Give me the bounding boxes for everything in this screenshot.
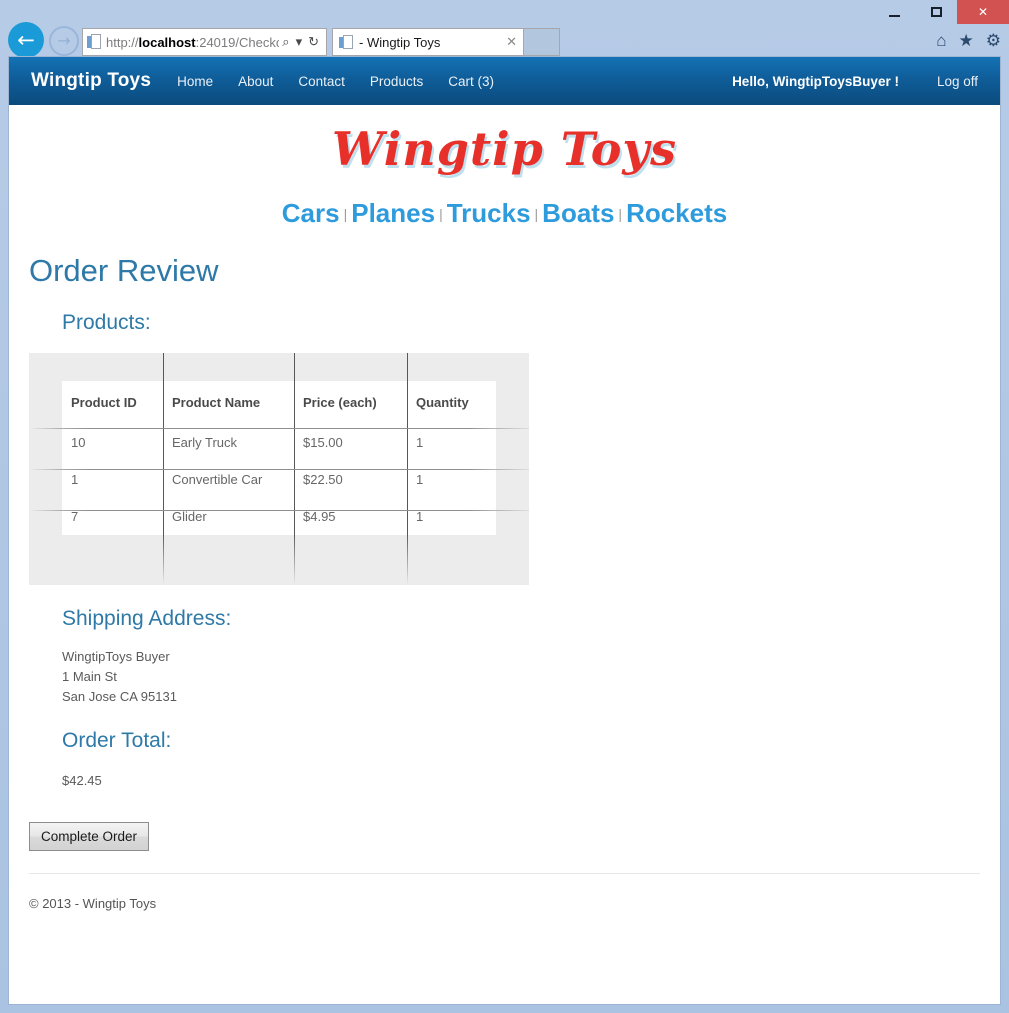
shipping-line-street: 1 Main St	[62, 669, 117, 685]
minimize-icon	[888, 14, 900, 17]
nav-link-about[interactable]: About	[238, 74, 273, 89]
arrow-left-icon: ←	[17, 27, 35, 52]
url-protocol: http://	[106, 34, 139, 50]
category-separator: |	[439, 206, 443, 222]
shipping-line-city: San Jose CA 95131	[62, 689, 177, 705]
page-favicon-icon	[87, 34, 101, 50]
tab-wingtip-toys[interactable]: - Wingtip Toys ✕	[332, 28, 524, 56]
chevron-down-icon[interactable]: ▾	[293, 34, 306, 50]
main-content: Order Review Products: Product ID Produc…	[9, 252, 1000, 911]
cell-product-name: Early Truck	[163, 424, 294, 462]
close-button[interactable]: ✕	[957, 0, 1009, 24]
window-controls: ✕	[873, 0, 1009, 24]
page-viewport: Wingtip Toys Home About Contact Products…	[8, 56, 1001, 1005]
address-input[interactable]: http://localhost:24019/Checkou	[106, 35, 279, 50]
table-row: 1 Convertible Car $22.50 1	[62, 461, 496, 499]
shipping-address-heading: Shipping Address:	[62, 607, 232, 631]
category-link-rockets[interactable]: Rockets	[626, 198, 727, 228]
maximize-icon	[930, 7, 942, 17]
home-icon[interactable]: ⌂	[936, 32, 946, 49]
minimize-button[interactable]	[873, 0, 915, 24]
browser-window: ✕ ← → http://localhost:24019/Checkou ⌕ ▾…	[0, 0, 1009, 1013]
search-icon[interactable]: ⌕	[279, 34, 292, 50]
category-link-trucks[interactable]: Trucks	[447, 198, 531, 228]
browser-toolbar: ← → http://localhost:24019/Checkou ⌕ ▾ ↻…	[0, 22, 1009, 58]
copyright-text: © 2013 - Wingtip Toys	[29, 896, 157, 912]
category-separator: |	[343, 206, 348, 222]
nav-link-home[interactable]: Home	[177, 74, 213, 89]
log-off-link[interactable]: Log off	[937, 74, 978, 89]
cell-quantity: 1	[407, 498, 496, 536]
category-separator: |	[618, 206, 623, 222]
tab-strip: - Wingtip Toys ✕	[332, 28, 560, 56]
category-link-boats[interactable]: Boats	[542, 198, 614, 228]
page-footer: © 2013 - Wingtip Toys	[29, 873, 980, 911]
cell-quantity: 1	[407, 424, 496, 462]
site-brand-link[interactable]: Wingtip Toys	[31, 70, 151, 92]
table-header-row: Product ID Product Name Price (each) Qua…	[62, 381, 496, 425]
close-icon: ✕	[977, 5, 989, 19]
back-button[interactable]: ←	[8, 22, 44, 58]
products-table: Product ID Product Name Price (each) Qua…	[62, 381, 496, 536]
complete-order-button[interactable]: Complete Order	[29, 822, 150, 852]
category-separator: |	[534, 206, 539, 222]
title-bar: ✕	[0, 0, 1009, 24]
table-row-divider	[29, 428, 529, 430]
shipping-line-name: WingtipToys Buyer	[62, 649, 170, 665]
nav-user-area: Hello, WingtipToysBuyer ! Log off	[732, 74, 978, 89]
cell-product-id: 10	[62, 424, 163, 462]
shipping-address-block: WingtipToys Buyer 1 Main St San Jose CA …	[62, 647, 980, 707]
site-logo-area: Wingtip Toys	[9, 105, 1000, 176]
forward-button[interactable]: →	[49, 26, 79, 56]
products-heading: Products:	[62, 311, 151, 335]
cell-quantity: 1	[407, 461, 496, 499]
address-bar[interactable]: http://localhost:24019/Checkou ⌕ ▾ ↻	[82, 28, 327, 56]
tab-close-icon[interactable]: ✕	[500, 34, 517, 50]
column-header-product-name: Product Name	[163, 381, 294, 425]
order-total-heading: Order Total:	[62, 729, 172, 753]
cell-product-name: Convertible Car	[163, 461, 294, 499]
cell-product-id: 7	[62, 498, 163, 536]
site-logo: Wingtip Toys	[331, 122, 678, 176]
refresh-icon[interactable]: ↻	[305, 34, 322, 50]
cell-price: $22.50	[294, 461, 407, 499]
category-link-planes[interactable]: Planes	[351, 198, 435, 228]
nav-link-products[interactable]: Products	[370, 74, 423, 89]
url-host: localhost	[138, 34, 196, 50]
toolbar-icons: ⌂ ★ ⚙	[936, 32, 1001, 49]
table-row-divider	[29, 469, 529, 471]
url-path: :24019/Checkou	[195, 34, 280, 50]
gear-icon[interactable]: ⚙	[986, 32, 1001, 49]
arrow-right-icon: →	[57, 31, 71, 50]
column-header-product-id: Product ID	[62, 381, 163, 425]
products-table-container: Product ID Product Name Price (each) Qua…	[29, 353, 529, 586]
category-link-cars[interactable]: Cars	[282, 198, 340, 228]
table-row-divider	[29, 510, 529, 512]
table-row: 7 Glider $4.95 1	[62, 498, 496, 536]
tab-title: - Wingtip Toys	[359, 34, 441, 50]
cell-product-id: 1	[62, 461, 163, 499]
cell-price: $15.00	[294, 424, 407, 462]
new-tab-button[interactable]	[524, 28, 560, 56]
category-links: Cars | Planes | Trucks | Boats | Rockets	[9, 198, 1000, 229]
user-greeting-link[interactable]: Hello, WingtipToysBuyer !	[732, 74, 899, 89]
button-row: Complete Order	[29, 822, 980, 852]
footer-divider	[29, 873, 980, 875]
page-title: Order Review	[29, 253, 219, 288]
table-row: 10 Early Truck $15.00 1	[62, 424, 496, 462]
maximize-button[interactable]	[915, 0, 957, 24]
tab-favicon-icon	[339, 34, 353, 50]
nav-link-contact[interactable]: Contact	[298, 74, 345, 89]
order-total-value: $42.45	[62, 773, 102, 789]
nav-link-cart[interactable]: Cart (3)	[448, 74, 494, 89]
column-header-quantity: Quantity	[407, 381, 496, 425]
cell-product-name: Glider	[163, 498, 294, 536]
column-header-price: Price (each)	[294, 381, 407, 425]
site-navigation-bar: Wingtip Toys Home About Contact Products…	[9, 57, 1000, 105]
favorites-star-icon[interactable]: ★	[959, 32, 974, 49]
cell-price: $4.95	[294, 498, 407, 536]
